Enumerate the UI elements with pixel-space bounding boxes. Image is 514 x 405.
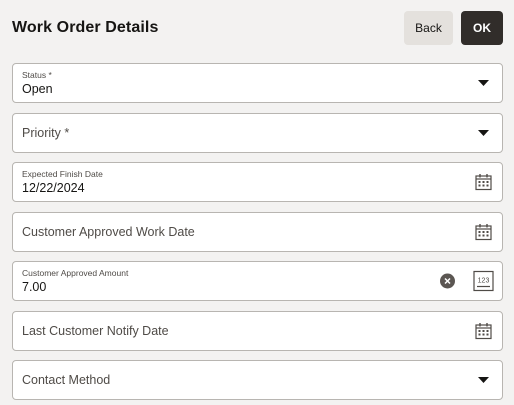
page-header: Work Order Details Back OK xyxy=(0,0,514,56)
customer-approved-amount-field[interactable]: Customer Approved Amount 7.00 123 xyxy=(12,261,503,301)
customer-approved-work-date-field[interactable]: Customer Approved Work Date xyxy=(12,211,503,252)
keypad-text: 123 xyxy=(478,278,490,285)
customer-approved-amount-value: 7.00 xyxy=(22,280,47,294)
customer-approved-amount-label: Customer Approved Amount xyxy=(22,268,129,278)
contact-method-placeholder: Contact Method xyxy=(22,373,111,387)
calendar-icon[interactable] xyxy=(475,322,492,339)
chevron-down-icon[interactable] xyxy=(478,80,489,86)
customer-approved-work-date-placeholder: Customer Approved Work Date xyxy=(22,224,195,239)
back-button[interactable]: Back xyxy=(404,11,453,45)
page-title: Work Order Details xyxy=(12,19,159,36)
work-order-details-page: Work Order Details Back OK Status * Open… xyxy=(0,0,514,405)
expected-finish-date-value: 12/22/2024 xyxy=(22,181,85,195)
form-fields: Status * Open Priority * Expected Finish… xyxy=(12,63,503,405)
expected-finish-date-field[interactable]: Expected Finish Date 12/22/2024 xyxy=(12,162,503,202)
clear-icon[interactable] xyxy=(440,273,455,289)
status-label: Status * xyxy=(22,70,52,80)
last-customer-notify-date-placeholder: Last Customer Notify Date xyxy=(22,323,169,338)
calendar-icon[interactable] xyxy=(475,223,492,240)
status-value: Open xyxy=(22,82,53,96)
ok-button[interactable]: OK xyxy=(461,11,503,45)
chevron-down-icon[interactable] xyxy=(478,129,489,136)
number-keypad-icon[interactable]: 123 xyxy=(473,270,494,292)
last-customer-notify-date-field[interactable]: Last Customer Notify Date xyxy=(12,310,503,351)
priority-placeholder: Priority * xyxy=(22,125,70,140)
expected-finish-date-label: Expected Finish Date xyxy=(22,169,103,179)
calendar-icon[interactable] xyxy=(475,174,492,191)
priority-select[interactable]: Priority * xyxy=(12,112,503,153)
chevron-down-icon[interactable] xyxy=(478,377,489,383)
contact-method-select[interactable]: Contact Method xyxy=(12,360,503,400)
status-select[interactable]: Status * Open xyxy=(12,63,503,103)
